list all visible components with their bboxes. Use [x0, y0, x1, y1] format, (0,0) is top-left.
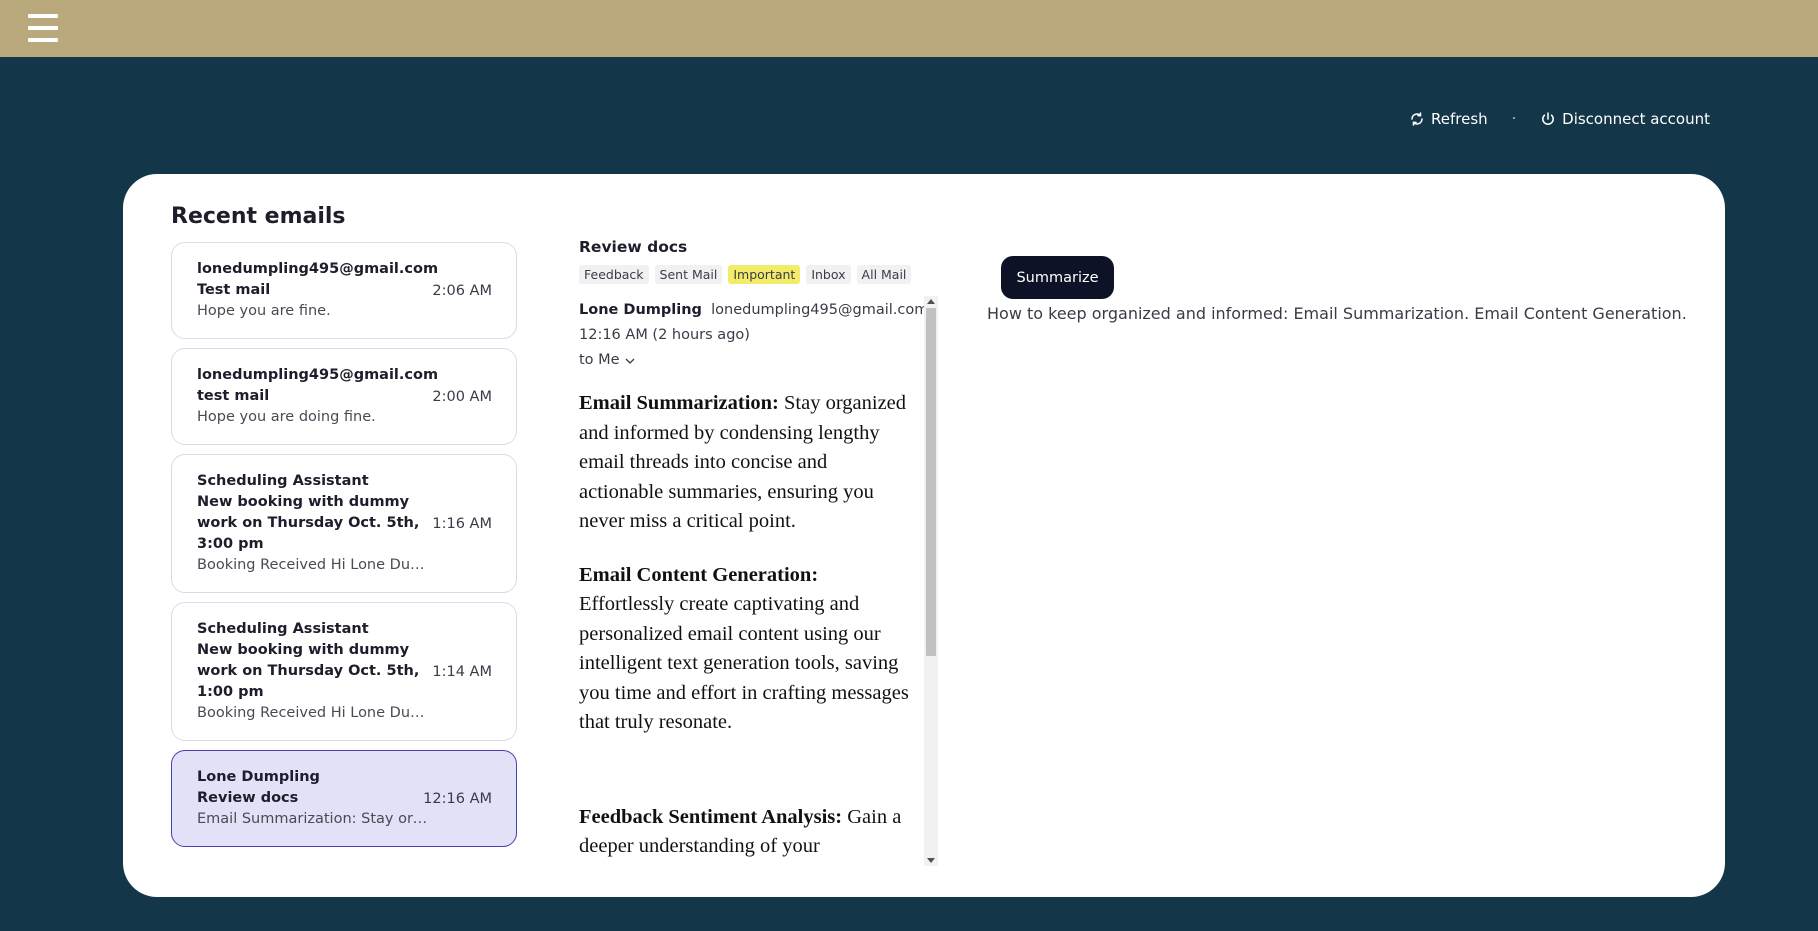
label-all-mail[interactable]: All Mail — [856, 265, 912, 284]
email-subject: test mail — [197, 388, 270, 404]
email-time: 1:16 AM — [432, 515, 492, 532]
summary-result: How to keep organized and informed: Emai… — [987, 304, 1687, 323]
email-time: 2:06 AM — [432, 282, 492, 299]
email-time: 2:00 AM — [432, 388, 492, 405]
email-sender: Lone Dumpling — [197, 769, 320, 785]
email-subject: New booking with dummy work on Thursday … — [197, 642, 420, 700]
email-sender: lonedumpling495@gmail.com — [197, 261, 439, 277]
email-datetime: 12:16 AM (2 hours ago) — [579, 327, 750, 343]
email-list-item[interactable]: lonedumpling495@gmail.com Test mail Hope… — [171, 242, 517, 339]
email-subject: Review docs — [197, 790, 299, 806]
email-list-item-selected[interactable]: Lone Dumpling Review docs Email Summariz… — [171, 750, 517, 847]
email-sender: Scheduling Assistant — [197, 473, 369, 489]
scroll-down-arrow-icon[interactable] — [927, 858, 935, 863]
disconnect-account-button[interactable]: Disconnect account — [1540, 110, 1710, 128]
email-labels: Feedback Sent Mail Important Inbox All M… — [579, 265, 935, 284]
body-heading: Feedback Sentiment Analysis: — [579, 805, 843, 828]
email-time: 1:14 AM — [432, 663, 492, 680]
email-time: 12:16 AM — [423, 790, 492, 807]
from-name: Lone Dumpling — [579, 302, 702, 318]
body-heading: Email Summarization: — [579, 392, 779, 414]
power-icon — [1542, 112, 1555, 125]
scroll-up-arrow-icon[interactable] — [927, 299, 935, 304]
top-bar — [0, 0, 1818, 57]
body-paragraph: Email Summarization: Stay organized and … — [579, 389, 915, 537]
refresh-button[interactable]: Refresh — [1409, 110, 1488, 128]
refresh-label: Refresh — [1431, 110, 1488, 128]
body-text: Effortlessly create captivating and pers… — [579, 593, 909, 733]
email-list-item[interactable]: lonedumpling495@gmail.com test mail Hope… — [171, 348, 517, 445]
main-card: Recent emails lonedumpling495@gmail.com … — [123, 174, 1725, 897]
from-email: lonedumpling495@gmail.com — [711, 302, 929, 318]
email-sender: lonedumpling495@gmail.com — [197, 367, 439, 383]
body-paragraph: Email Content Generation: Effortlessly c… — [579, 561, 915, 738]
email-subject: Test mail — [197, 282, 271, 298]
email-preview: Booking Received Hi Lone Dump... — [197, 705, 429, 721]
email-preview: Hope you are doing fine. — [197, 409, 376, 425]
email-preview: Email Summarization: Stay org... — [197, 811, 429, 827]
email-detail-header: Review docs Feedback Sent Mail Important… — [579, 238, 935, 284]
label-inbox[interactable]: Inbox — [806, 265, 851, 284]
section-title: Recent emails — [171, 204, 346, 229]
email-preview: Hope you are fine. — [197, 303, 331, 319]
scrollbar-thumb[interactable] — [926, 308, 936, 656]
detail-subject: Review docs — [579, 238, 688, 256]
disconnect-label: Disconnect account — [1562, 110, 1710, 128]
email-sender: Scheduling Assistant — [197, 621, 369, 637]
summarize-button[interactable]: Summarize — [1001, 256, 1114, 299]
refresh-icon — [1411, 112, 1423, 126]
email-body-scroll[interactable]: Lone Dumpling lonedumpling495@gmail.com … — [579, 296, 935, 864]
email-subject: New booking with dummy work on Thursday … — [197, 494, 420, 552]
recipient-toggle[interactable]: to Me — [579, 350, 636, 371]
chevron-down-icon — [625, 358, 635, 364]
label-sent-mail[interactable]: Sent Mail — [654, 265, 723, 284]
account-actions: Refresh · Disconnect account — [1409, 110, 1710, 128]
email-preview: Booking Received Hi Lone Dump... — [197, 557, 429, 573]
email-list-item[interactable]: Scheduling Assistant New booking with du… — [171, 602, 517, 741]
action-separator: · — [1511, 111, 1517, 127]
body-heading: Email Content Generation: — [579, 563, 819, 586]
email-list: lonedumpling495@gmail.com Test mail Hope… — [171, 242, 517, 856]
email-body: Email Summarization: Stay organized and … — [579, 389, 915, 862]
hamburger-menu-icon[interactable] — [28, 14, 58, 42]
recipient-label: to Me — [579, 352, 620, 368]
body-paragraph: Feedback Sentiment Analysis: Gain a deep… — [579, 803, 915, 862]
email-list-item[interactable]: Scheduling Assistant New booking with du… — [171, 454, 517, 593]
label-important[interactable]: Important — [728, 265, 801, 284]
label-feedback[interactable]: Feedback — [579, 265, 649, 284]
body-scrollbar[interactable] — [924, 296, 938, 866]
